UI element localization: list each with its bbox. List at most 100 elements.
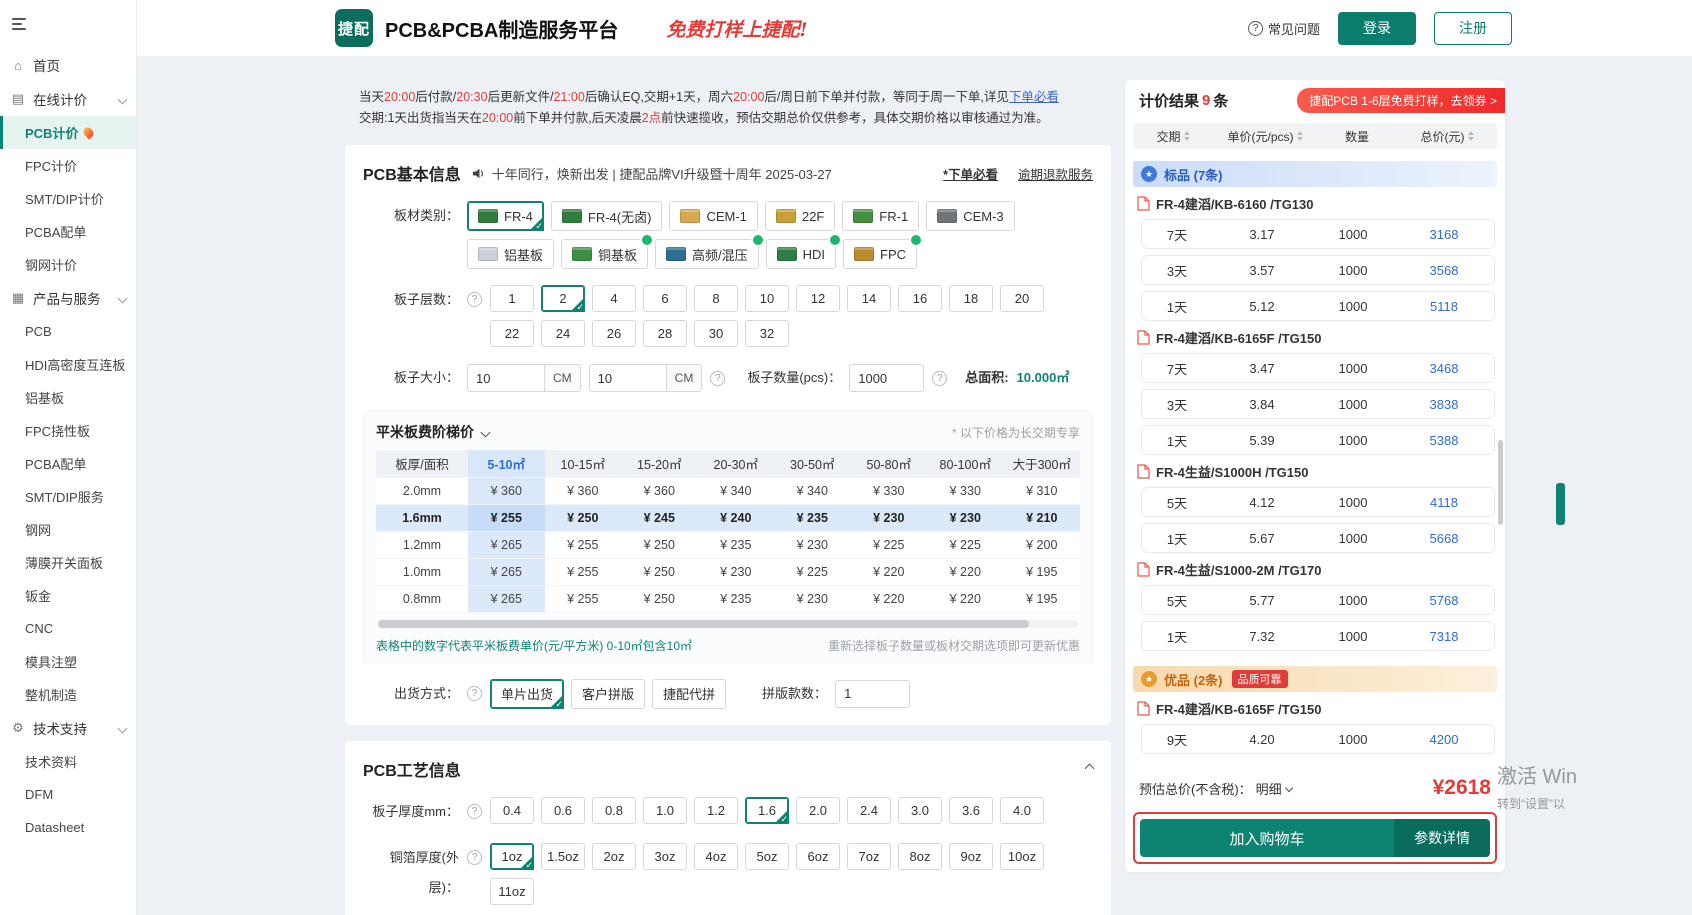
copper-option-11oz[interactable]: 11oz [490, 878, 534, 905]
layer-option-10[interactable]: 10 [745, 285, 789, 312]
sidebar-item-FPC挠性板[interactable]: FPC挠性板 [0, 414, 136, 447]
shipping-help-icon[interactable]: ? [467, 686, 482, 701]
thickness-help-icon[interactable]: ? [467, 804, 482, 819]
results-col-1[interactable]: 单价(元/pcs) [1213, 128, 1317, 145]
size-height-input[interactable] [589, 364, 667, 392]
price-row[interactable]: 1天5.6710005668 [1141, 523, 1495, 553]
sidebar-item-PCB计价[interactable]: PCB计价 [0, 116, 136, 149]
thickness-option-0.4[interactable]: 0.4 [490, 797, 534, 824]
thickness-option-1.2[interactable]: 1.2 [694, 797, 738, 824]
layer-option-20[interactable]: 20 [1000, 285, 1044, 312]
price-row[interactable]: 5天5.7710005768 [1141, 585, 1495, 615]
login-button[interactable]: 登录 [1338, 12, 1416, 45]
tier-collapse-icon[interactable] [481, 427, 491, 437]
panel-count-input[interactable] [835, 680, 910, 708]
thickness-option-3.6[interactable]: 3.6 [949, 797, 993, 824]
detail-toggle[interactable]: 明细 [1256, 779, 1292, 798]
thickness-option-1.0[interactable]: 1.0 [643, 797, 687, 824]
sidebar-item-CNC[interactable]: CNC [0, 612, 136, 645]
copper-option-2oz[interactable]: 2oz [592, 843, 636, 870]
shipping-option-单片出货[interactable]: 单片出货 [490, 679, 564, 709]
copper-option-10oz[interactable]: 10oz [1000, 843, 1044, 870]
material-option-铜基板[interactable]: 铜基板 [561, 239, 648, 269]
material-option-FR-1[interactable]: FR-1 [842, 201, 919, 231]
sidebar-item-铝基板[interactable]: 铝基板 [0, 381, 136, 414]
layer-option-24[interactable]: 24 [541, 320, 585, 347]
add-to-cart-button[interactable]: 加入购物车 [1140, 819, 1394, 857]
shipping-option-客户拼版[interactable]: 客户拼版 [571, 679, 645, 709]
material-option-HDI[interactable]: HDI [766, 239, 836, 269]
sidebar-item-模具注塑[interactable]: 模具注塑 [0, 645, 136, 678]
thickness-option-1.6[interactable]: 1.6 [745, 797, 789, 824]
coupon-promo-banner[interactable]: 捷配PCB 1-6层免费打样，去领券 > [1297, 88, 1505, 113]
price-row[interactable]: 3天3.5710003568 [1141, 255, 1495, 285]
results-vscroll-thumb[interactable] [1498, 440, 1503, 525]
sidebar-item-online-pricing[interactable]: ▤在线计价 [0, 82, 136, 116]
copper-option-1oz[interactable]: 1oz [490, 843, 534, 870]
price-row[interactable]: 1天7.3210007318 [1141, 621, 1495, 651]
layer-option-18[interactable]: 18 [949, 285, 993, 312]
sidebar-item-PCB[interactable]: PCB [0, 315, 136, 348]
qty-input[interactable] [849, 364, 924, 392]
sidebar-item-钢网计价[interactable]: 钢网计价 [0, 248, 136, 281]
material-option-CEM-3[interactable]: CEM-3 [926, 201, 1014, 231]
must-read-link[interactable]: *下单必看 [943, 164, 998, 183]
thickness-option-3.0[interactable]: 3.0 [898, 797, 942, 824]
copper-option-7oz[interactable]: 7oz [847, 843, 891, 870]
sidebar-item-整机制造[interactable]: 整机制造 [0, 678, 136, 711]
sidebar-item-HDI高密度互连板[interactable]: HDI高密度互连板 [0, 348, 136, 381]
order-guide-link[interactable]: 下单必看 [1009, 90, 1059, 104]
copper-option-9oz[interactable]: 9oz [949, 843, 993, 870]
price-row[interactable]: 1天5.1210005118 [1141, 291, 1495, 321]
copper-option-1.5oz[interactable]: 1.5oz [541, 843, 585, 870]
copper-option-4oz[interactable]: 4oz [694, 843, 738, 870]
size-width-input[interactable] [467, 364, 545, 392]
register-button[interactable]: 注册 [1434, 12, 1512, 45]
price-row[interactable]: 1天5.3910005388 [1141, 425, 1495, 455]
material-option-CEM-1[interactable]: CEM-1 [669, 201, 757, 231]
floating-widget-tab[interactable] [1556, 483, 1565, 525]
results-col-3[interactable]: 总价(元) [1397, 128, 1497, 145]
thickness-option-0.6[interactable]: 0.6 [541, 797, 585, 824]
price-row[interactable]: 7天3.4710003468 [1141, 353, 1495, 383]
price-row[interactable]: 3天3.8410003838 [1141, 389, 1495, 419]
thickness-option-2.4[interactable]: 2.4 [847, 797, 891, 824]
layer-option-30[interactable]: 30 [694, 320, 738, 347]
tier-hscrollbar[interactable] [378, 620, 1078, 628]
layer-option-14[interactable]: 14 [847, 285, 891, 312]
sidebar-item-薄膜开关面板[interactable]: 薄膜开关面板 [0, 546, 136, 579]
faq-link[interactable]: ? 常见问题 [1248, 19, 1320, 38]
copper-option-5oz[interactable]: 5oz [745, 843, 789, 870]
sidebar-item-home[interactable]: ⌂首页 [0, 48, 136, 82]
sidebar-item-技术资料[interactable]: 技术资料 [0, 745, 136, 778]
layer-option-26[interactable]: 26 [592, 320, 636, 347]
material-option-FR-4[interactable]: FR-4 [467, 201, 544, 231]
thickness-option-0.8[interactable]: 0.8 [592, 797, 636, 824]
sidebar-item-SMT/DIP计价[interactable]: SMT/DIP计价 [0, 182, 136, 215]
thickness-option-4.0[interactable]: 4.0 [1000, 797, 1044, 824]
layer-option-32[interactable]: 32 [745, 320, 789, 347]
menu-toggle-icon[interactable] [0, 0, 136, 48]
process-collapse-icon[interactable] [1085, 764, 1095, 774]
layer-option-4[interactable]: 4 [592, 285, 636, 312]
sidebar-item-PCBA配单[interactable]: PCBA配单 [0, 215, 136, 248]
shipping-option-捷配代拼[interactable]: 捷配代拼 [652, 679, 726, 709]
layer-option-28[interactable]: 28 [643, 320, 687, 347]
copper-option-6oz[interactable]: 6oz [796, 843, 840, 870]
material-option-铝基板[interactable]: 铝基板 [467, 239, 554, 269]
copper-option-3oz[interactable]: 3oz [643, 843, 687, 870]
price-row[interactable]: 7天3.1710003168 [1141, 219, 1495, 249]
tier-hscroll-thumb[interactable] [378, 620, 1029, 628]
param-detail-button[interactable]: 参数详情 [1394, 819, 1490, 857]
layer-option-16[interactable]: 16 [898, 285, 942, 312]
sidebar-item-DFM[interactable]: DFM [0, 778, 136, 811]
sidebar-item-tech-support[interactable]: ⚙技术支持 [0, 711, 136, 745]
layer-option-2[interactable]: 2 [541, 285, 585, 312]
sidebar-item-FPC计价[interactable]: FPC计价 [0, 149, 136, 182]
layer-option-6[interactable]: 6 [643, 285, 687, 312]
price-row[interactable]: 5天4.1210004118 [1141, 487, 1495, 517]
layer-option-22[interactable]: 22 [490, 320, 534, 347]
layer-option-8[interactable]: 8 [694, 285, 738, 312]
layer-option-1[interactable]: 1 [490, 285, 534, 312]
price-row[interactable]: 9天4.2010004200 [1141, 724, 1495, 754]
